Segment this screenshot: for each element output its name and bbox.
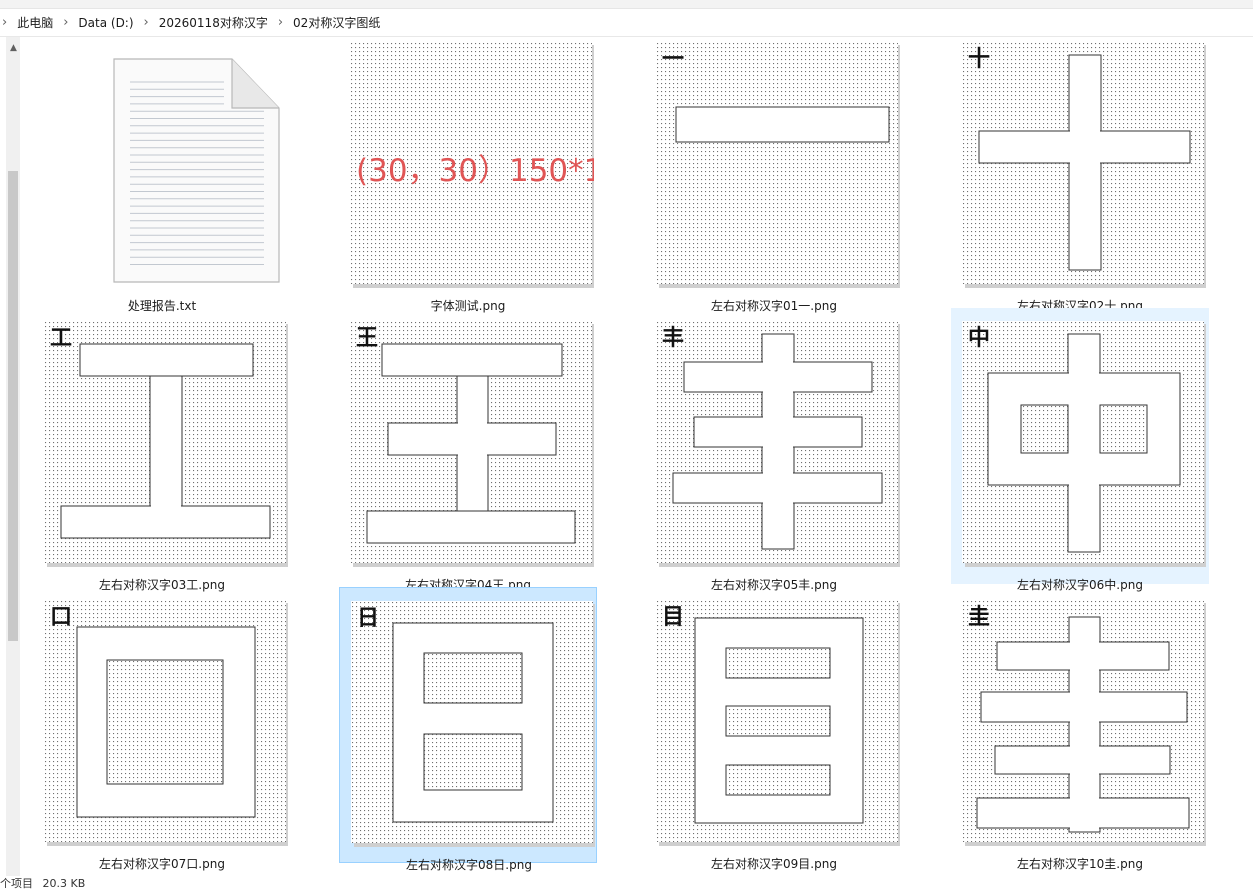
chevron-right-icon[interactable]: › <box>57 15 74 30</box>
image-thumbnail: 王 <box>350 321 594 567</box>
text-document-icon <box>113 58 280 283</box>
nav-scrollbar-thumb[interactable] <box>8 171 18 641</box>
file-tile[interactable]: 王左右对称汉字04王.png <box>339 308 597 592</box>
breadcrumb-this-pc[interactable]: 此电脑 <box>13 14 57 31</box>
breadcrumb-folder-current[interactable]: 02对称汉字图纸 <box>289 14 384 31</box>
scroll-up-icon[interactable]: ▲ <box>10 43 17 53</box>
item-count-label: 个项目 <box>0 877 33 890</box>
glyph-label: 目 <box>662 605 684 630</box>
chevron-right-icon[interactable]: › <box>138 15 155 30</box>
glyph-label: 口 <box>50 605 72 630</box>
image-thumbnail: 目 <box>656 600 900 846</box>
file-tile[interactable]: 一左右对称汉字01一.png <box>645 37 903 313</box>
glyph-label: 日 <box>357 606 379 631</box>
glyph-label: 十 <box>968 47 990 72</box>
file-tile[interactable]: 丰左右对称汉字05丰.png <box>645 308 903 592</box>
file-tile[interactable]: 口左右对称汉字07口.png <box>33 587 291 871</box>
file-tile[interactable]: (30，30）150*150字体测试.png <box>339 37 597 313</box>
file-tile[interactable]: 十左右对称汉字02十.png <box>951 37 1209 313</box>
glyph-label: 圭 <box>968 604 990 630</box>
address-bar[interactable]: › 此电脑 › Data (D:) › 20260118对称汉字 › 02对称汉… <box>0 9 1253 37</box>
image-thumbnail: 中 <box>962 321 1206 567</box>
selected-size-label: 20.3 KB <box>42 877 86 890</box>
file-tile[interactable]: 工左右对称汉字03工.png <box>33 308 291 592</box>
file-tile[interactable]: 目左右对称汉字09目.png <box>645 587 903 871</box>
file-name-label[interactable]: 左右对称汉字09目.png <box>645 855 903 872</box>
file-tile[interactable]: 处理报告.txt <box>33 37 291 313</box>
file-name-label[interactable]: 左右对称汉字08日.png <box>340 856 598 873</box>
glyph-label: 王 <box>356 326 378 351</box>
glyph-label: 中 <box>968 326 990 351</box>
image-thumbnail: 丰 <box>656 321 900 567</box>
file-tile[interactable]: 中左右对称汉字06中.png <box>951 308 1209 592</box>
status-bar: 个项目 20.3 KB <box>0 876 1253 892</box>
image-thumbnail: (30，30）150*150 <box>350 42 594 288</box>
chevron-right-icon: › <box>2 15 8 30</box>
file-tile[interactable]: 日左右对称汉字08日.png <box>339 587 597 872</box>
image-thumbnail: 十 <box>962 42 1206 288</box>
file-tile[interactable]: 圭左右对称汉字10圭.png <box>951 587 1209 871</box>
image-thumbnail: 口 <box>44 600 288 846</box>
file-grid: 处理报告.txt(30，30）150*150字体测试.png一左右对称汉字01一… <box>22 37 1253 877</box>
image-thumbnail: 一 <box>656 42 900 288</box>
toolbar-strip <box>0 0 1253 9</box>
file-name-label[interactable]: 左右对称汉字07口.png <box>33 855 291 872</box>
chevron-right-icon[interactable]: › <box>272 15 289 30</box>
breadcrumb-drive-d[interactable]: Data (D:) <box>74 16 137 30</box>
navigation-pane: ▲ <box>0 37 22 877</box>
image-thumbnail: 工 <box>44 321 288 567</box>
image-thumbnail: 圭 <box>962 600 1206 846</box>
breadcrumb-folder-parent[interactable]: 20260118对称汉字 <box>155 14 272 31</box>
glyph-label: 丰 <box>662 326 684 351</box>
image-thumbnail: 日 <box>351 601 595 847</box>
overlay-caption: (30，30）150*150 <box>356 153 594 189</box>
glyph-label: 一 <box>662 47 684 72</box>
glyph-label: 工 <box>50 326 72 351</box>
file-name-label[interactable]: 左右对称汉字10圭.png <box>951 855 1209 872</box>
